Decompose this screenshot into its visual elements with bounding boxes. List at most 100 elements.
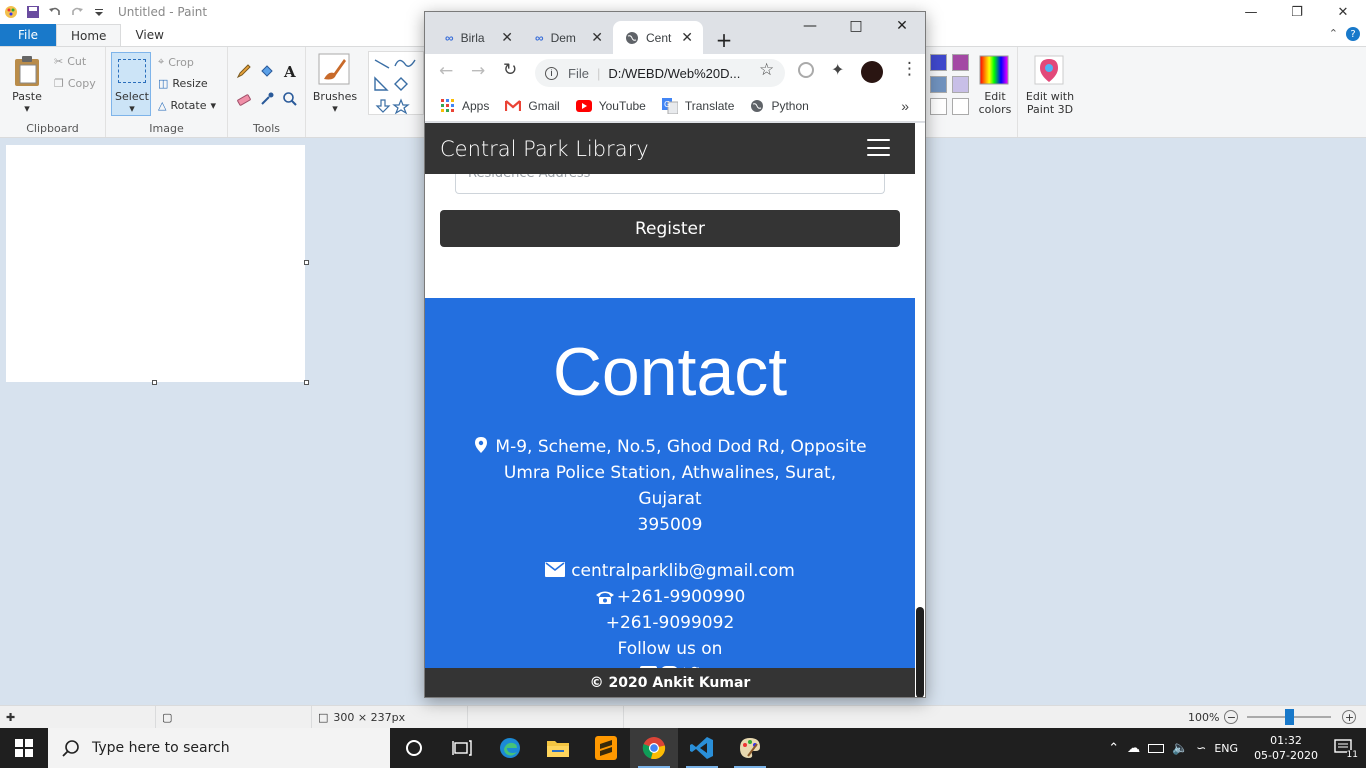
crop-button[interactable]: ⌖ Crop [158,55,194,69]
wifi-icon[interactable]: ∽ [1196,741,1206,755]
zoom-in-icon[interactable]: + [1342,710,1357,724]
color-swatch[interactable] [952,98,969,115]
fill-icon[interactable] [259,63,275,79]
magnifier-icon[interactable] [282,91,298,107]
chrome-maximize-button[interactable]: □ [833,12,879,40]
shapes-gallery[interactable] [368,51,424,115]
resize-handle-corner[interactable] [304,380,309,385]
hamburger-menu-icon[interactable] [867,139,890,156]
bookmark-apps[interactable]: Apps [441,98,489,113]
eraser-icon[interactable] [236,91,252,107]
back-icon[interactable]: ← [439,61,453,81]
resize-button[interactable]: ◫ Resize [158,77,208,90]
extensions-puzzle-icon[interactable]: ✦ [831,60,844,79]
new-tab-button[interactable]: + [701,26,747,54]
browser-tab[interactable]: ∞ Dem ✕ [523,21,613,54]
battery-icon[interactable] [1148,743,1165,753]
edit-colors-button[interactable]: Edit colors [972,90,1018,116]
browser-tab-active[interactable]: Cent ✕ [613,21,703,54]
start-button[interactable] [0,728,48,768]
rotate-dropdown-icon: ▾ [210,99,217,112]
color-swatch[interactable] [952,76,969,93]
close-button[interactable]: ✕ [1320,0,1366,24]
redo-icon[interactable] [70,5,84,19]
register-button[interactable]: Register [440,210,900,247]
color-swatch[interactable] [930,54,947,71]
color-swatch[interactable] [930,76,947,93]
site-brand[interactable]: Central Park Library [440,137,649,161]
paint3d-icon[interactable] [1034,55,1064,85]
color-swatch[interactable] [930,98,947,115]
more-bookmarks-icon[interactable]: » [901,98,909,114]
tab-view[interactable]: View [121,24,177,46]
tab-home[interactable]: Home [56,24,122,46]
menu-kebab-icon[interactable]: ⋮ [901,59,918,79]
input-language[interactable]: ENG [1214,742,1238,755]
select-button[interactable]: Select ▾ [111,52,151,116]
pencil-icon[interactable] [236,63,252,79]
taskbar-search-box[interactable]: Type here to search [48,728,390,768]
scrollbar-thumb[interactable] [916,607,924,697]
task-view-button[interactable] [438,728,486,768]
resize-handle-bottom[interactable] [152,380,157,385]
save-icon[interactable] [26,5,40,19]
shapes-icon[interactable] [369,52,425,116]
bookmark-youtube[interactable]: YouTube [575,99,646,113]
bookmark-translate[interactable]: G Translate [661,97,734,114]
resize-handle-right[interactable] [304,260,309,265]
help-icon[interactable]: ? [1346,27,1360,41]
volume-icon[interactable]: 🔈 [1172,741,1188,756]
onedrive-icon[interactable]: ☁ [1127,741,1140,756]
profile-avatar[interactable] [861,61,883,83]
collapse-ribbon-icon[interactable]: ⌃ [1329,27,1338,40]
paste-dropdown-icon[interactable]: ▾ [6,102,48,115]
zoom-out-icon[interactable]: − [1224,710,1239,724]
action-center-button[interactable]: 11 [1334,739,1358,760]
tab-file[interactable]: File [0,24,56,46]
close-tab-icon[interactable]: ✕ [591,29,603,46]
edit-colors-icon[interactable] [979,55,1009,85]
restore-button[interactable]: ❐ [1274,0,1320,24]
zoom-slider[interactable] [1247,709,1332,725]
taskbar-file-explorer[interactable] [534,728,582,768]
selection-size: ▢ [156,706,312,728]
reload-icon[interactable]: ↻ [503,60,517,80]
zoom-slider-thumb[interactable] [1285,709,1295,725]
chrome-minimize-button[interactable]: — [787,12,833,40]
text-icon[interactable]: A [282,63,298,79]
taskbar-paint[interactable] [726,728,774,768]
forward-icon[interactable]: → [471,61,485,81]
edit-with-paint3d-button[interactable]: Edit with Paint 3D [1020,90,1080,116]
taskbar-sublime[interactable] [582,728,630,768]
taskbar-chrome[interactable] [630,728,678,768]
paste-icon[interactable] [12,55,42,87]
cut-button[interactable]: ✂ Cut [54,55,86,68]
taskbar-vscode[interactable] [678,728,726,768]
copy-button[interactable]: ❐ Copy [54,77,96,90]
system-clock[interactable]: 01:32 05-07-2020 [1254,733,1318,763]
browser-tab[interactable]: ∞ Birla ✕ [433,21,523,54]
rotate-button[interactable]: △ Rotate ▾ [158,99,216,112]
extension-icon[interactable] [798,62,814,78]
tab-title: Dem [550,30,576,45]
minimize-button[interactable]: — [1228,0,1274,24]
drawing-canvas[interactable] [6,145,305,382]
cortana-button[interactable] [390,728,438,768]
address-bar[interactable]: i File | D:/WEBD/Web%20D... [535,59,785,87]
bookmark-gmail[interactable]: Gmail [505,99,560,113]
undo-icon[interactable] [48,5,62,19]
color-swatch[interactable] [952,54,969,71]
contact-email[interactable]: centralparklib@gmail.com [425,558,915,584]
page-scrollbar[interactable] [915,123,925,697]
show-hidden-icons-icon[interactable]: ⌃ [1108,741,1119,756]
close-tab-icon[interactable]: ✕ [681,29,693,46]
taskbar-edge[interactable] [486,728,534,768]
close-tab-icon[interactable]: ✕ [501,29,513,46]
customize-toolbar-icon[interactable] [92,5,106,19]
brush-icon[interactable] [318,53,350,85]
bookmark-star-icon[interactable]: ☆ [759,60,774,80]
brushes-dropdown-icon[interactable]: ▾ [306,102,364,115]
bookmark-python[interactable]: Python [750,99,809,113]
chrome-close-button[interactable]: ✕ [879,12,925,40]
color-picker-icon[interactable] [259,91,275,107]
